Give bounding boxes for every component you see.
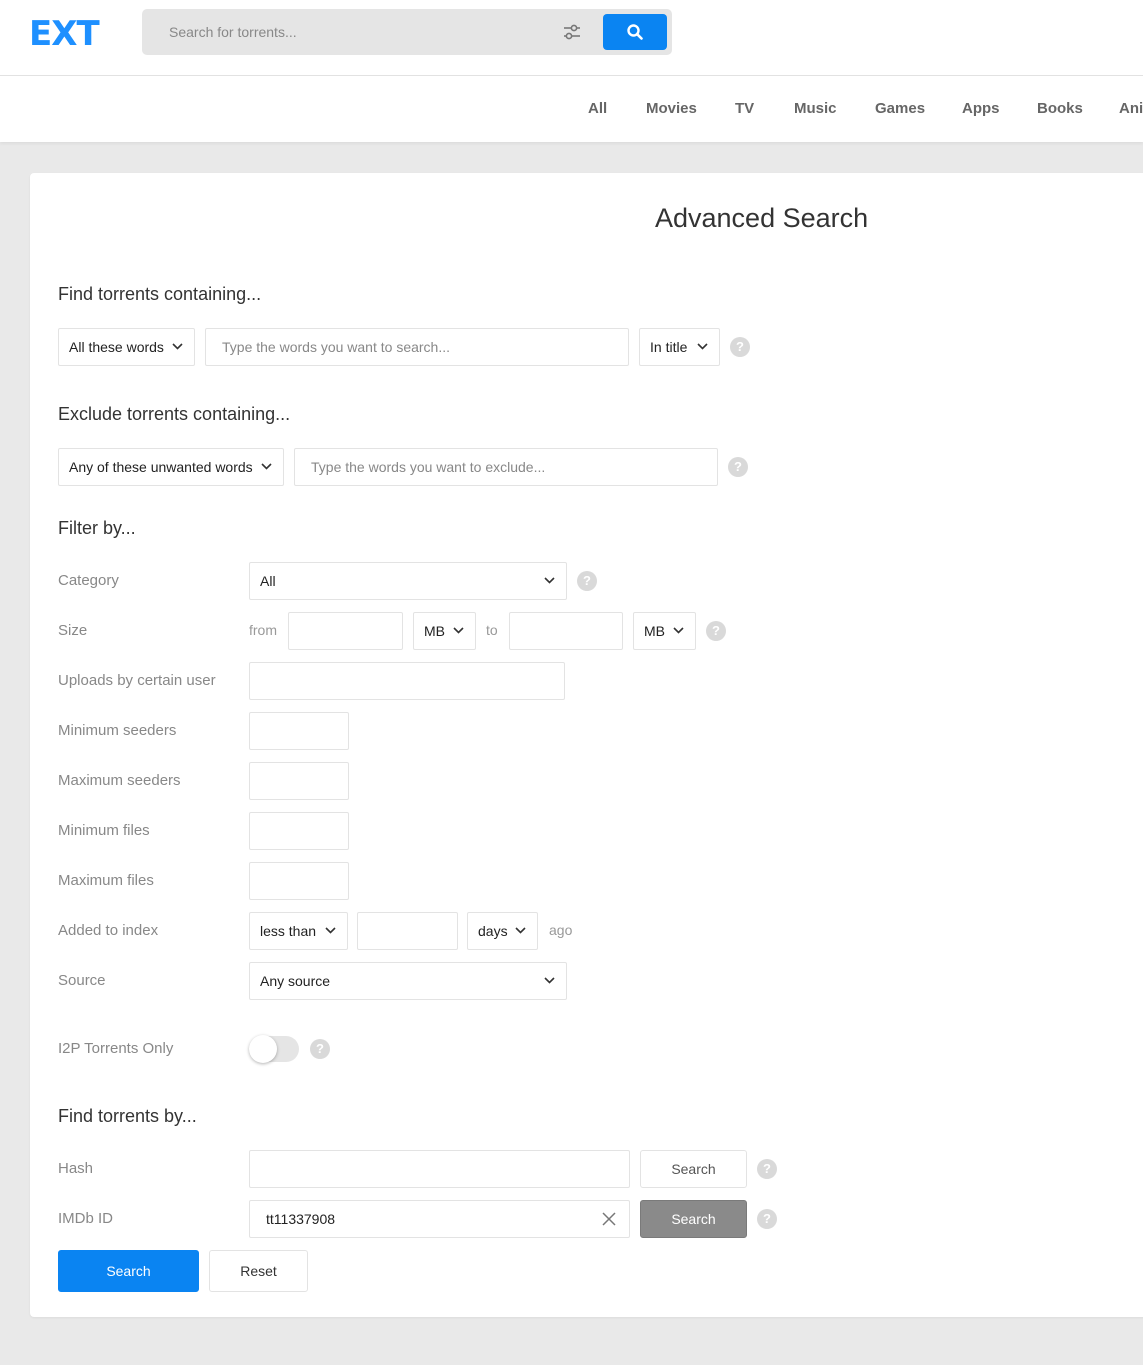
site-logo[interactable]: EXT xyxy=(29,14,100,54)
uploader-input[interactable] xyxy=(249,662,565,700)
source-value: Any source xyxy=(260,973,331,989)
size-label: Size xyxy=(58,622,88,639)
nav-music[interactable]: Music xyxy=(794,100,837,117)
clear-icon[interactable] xyxy=(601,1211,617,1227)
added-amount-input[interactable] xyxy=(357,912,458,950)
help-icon[interactable]: ? xyxy=(310,1039,330,1059)
source-label: Source xyxy=(58,972,106,989)
size-from-input[interactable] xyxy=(288,612,403,650)
category-nav: All Movies TV Music Games Apps Books Ani… xyxy=(0,76,1143,142)
chevron-down-icon xyxy=(673,627,684,634)
chevron-down-icon xyxy=(453,627,464,634)
chevron-down-icon xyxy=(544,577,555,584)
source-select[interactable]: Any source xyxy=(249,962,567,1000)
help-icon[interactable]: ? xyxy=(757,1209,777,1229)
chevron-down-icon xyxy=(172,343,183,350)
help-icon[interactable]: ? xyxy=(577,571,597,591)
i2p-label: I2P Torrents Only xyxy=(58,1040,174,1057)
hash-search-button[interactable]: Search xyxy=(640,1150,747,1188)
help-icon[interactable]: ? xyxy=(757,1159,777,1179)
find-scope-select[interactable]: In title xyxy=(639,328,720,366)
advanced-search-card: Advanced Search Find torrents containing… xyxy=(30,173,1143,1317)
exclude-mode-select[interactable]: Any of these unwanted words xyxy=(58,448,284,486)
exclude-words-input[interactable] xyxy=(294,448,718,486)
chevron-down-icon xyxy=(515,927,526,934)
find-mode-select[interactable]: All these words xyxy=(58,328,195,366)
size-from-label: from xyxy=(249,622,277,638)
exclude-section-title: Exclude torrents containing... xyxy=(58,404,291,424)
imdb-search-button[interactable]: Search xyxy=(640,1200,747,1238)
size-from-unit-select[interactable]: MB xyxy=(413,612,476,650)
header-search-input[interactable] xyxy=(142,9,552,55)
max-seeders-input[interactable] xyxy=(249,762,349,800)
uploader-label: Uploads by certain user xyxy=(58,672,216,689)
category-value: All xyxy=(260,573,276,589)
nav-movies[interactable]: Movies xyxy=(646,100,697,117)
nav-tv[interactable]: TV xyxy=(735,100,754,117)
page-title: Advanced Search xyxy=(655,203,869,233)
nav-games[interactable]: Games xyxy=(875,100,925,117)
filter-sliders-icon[interactable] xyxy=(562,23,582,41)
top-bar: EXT xyxy=(0,0,1143,76)
hash-label: Hash xyxy=(58,1160,94,1177)
reset-button[interactable]: Reset xyxy=(209,1250,308,1292)
category-label: Category xyxy=(58,572,119,589)
category-select[interactable]: All xyxy=(249,562,567,600)
added-comparator-select[interactable]: less than xyxy=(249,912,348,950)
size-to-unit-select[interactable]: MB xyxy=(633,612,696,650)
search-button[interactable]: Search xyxy=(58,1250,199,1292)
added-unit-value: days xyxy=(478,923,508,939)
max-files-input[interactable] xyxy=(249,862,349,900)
imdb-label: IMDb ID xyxy=(58,1210,114,1227)
hash-input[interactable] xyxy=(249,1150,630,1188)
added-unit-select[interactable]: days xyxy=(467,912,538,950)
header-search-button[interactable] xyxy=(603,14,667,50)
min-seeders-input[interactable] xyxy=(249,712,349,750)
size-to-label: to xyxy=(486,622,498,638)
i2p-toggle[interactable] xyxy=(249,1035,299,1063)
nav-all[interactable]: All xyxy=(588,100,607,117)
nav-apps[interactable]: Apps xyxy=(962,100,1000,117)
help-icon[interactable]: ? xyxy=(730,337,750,357)
nav-anime[interactable]: Anime xyxy=(1119,100,1143,117)
find-by-section-title: Find torrents by... xyxy=(58,1106,197,1126)
nav-books[interactable]: Books xyxy=(1037,100,1083,117)
min-seeders-label: Minimum seeders xyxy=(58,722,177,739)
added-label: Added to index xyxy=(58,922,159,939)
min-files-label: Minimum files xyxy=(58,822,150,839)
find-mode-value: All these words xyxy=(69,339,164,355)
added-suffix: ago xyxy=(549,922,573,938)
imdb-input[interactable] xyxy=(249,1200,630,1238)
exclude-mode-value: Any of these unwanted words xyxy=(69,459,253,475)
size-from-unit-value: MB xyxy=(424,623,445,639)
toggle-knob xyxy=(249,1035,277,1063)
chevron-down-icon xyxy=(261,463,272,470)
size-to-unit-value: MB xyxy=(644,623,665,639)
chevron-down-icon xyxy=(325,927,336,934)
search-icon xyxy=(627,24,643,40)
help-icon[interactable]: ? xyxy=(728,457,748,477)
header-search xyxy=(142,9,672,55)
filter-section-title: Filter by... xyxy=(58,518,136,538)
find-scope-value: In title xyxy=(650,339,688,355)
chevron-down-icon xyxy=(697,343,708,350)
max-files-label: Maximum files xyxy=(58,872,154,889)
max-seeders-label: Maximum seeders xyxy=(58,772,181,789)
size-to-input[interactable] xyxy=(509,612,623,650)
help-icon[interactable]: ? xyxy=(706,621,726,641)
find-section-title: Find torrents containing... xyxy=(58,284,262,304)
min-files-input[interactable] xyxy=(249,812,349,850)
chevron-down-icon xyxy=(544,977,555,984)
added-comparator-value: less than xyxy=(260,923,317,939)
find-words-input[interactable] xyxy=(205,328,629,366)
